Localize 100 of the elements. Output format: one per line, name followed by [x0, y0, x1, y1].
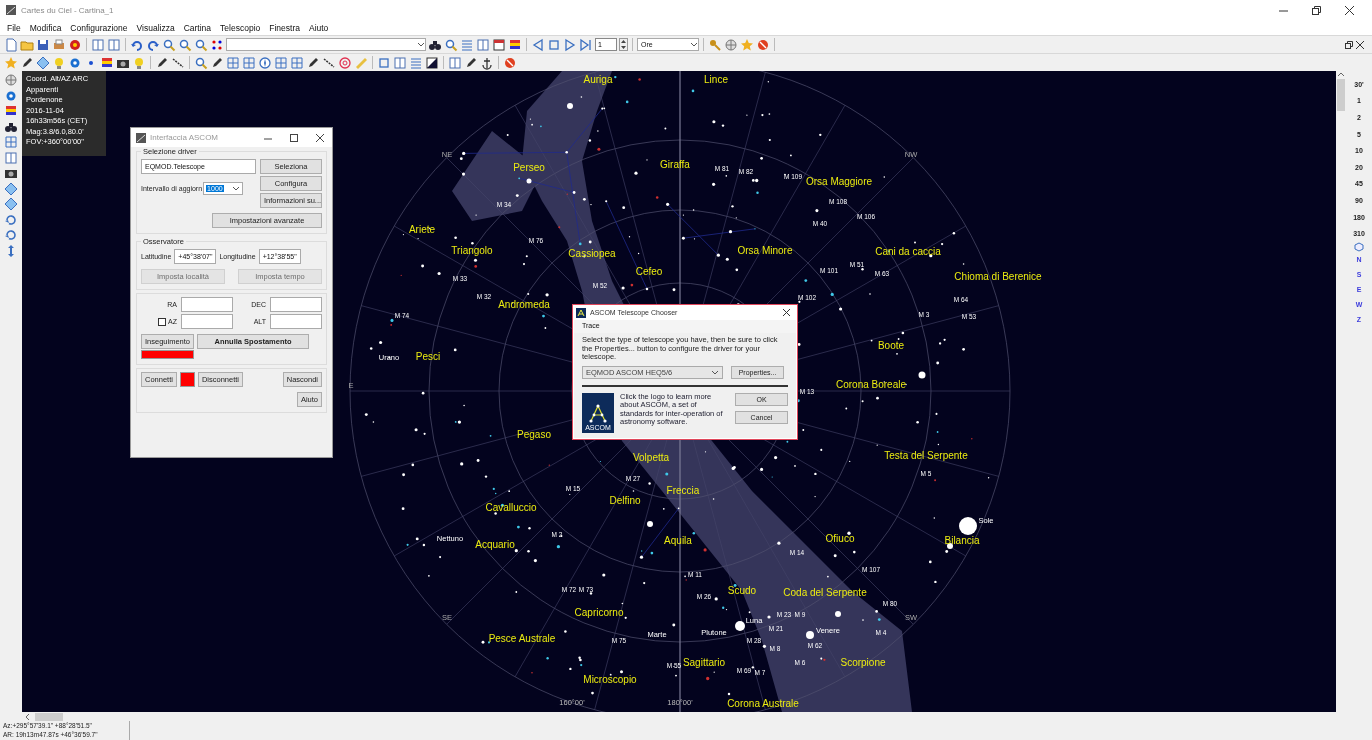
- save-icon[interactable]: [36, 37, 50, 52]
- color-bars-icon[interactable]: [100, 55, 114, 70]
- constellation-icon: [587, 402, 609, 424]
- grid-icon[interactable]: [242, 55, 256, 70]
- rotate-icon[interactable]: [4, 228, 18, 242]
- menu-item[interactable]: File: [7, 22, 21, 33]
- window-icon[interactable]: [393, 55, 407, 70]
- line-icon[interactable]: [322, 55, 336, 70]
- scroll-up-icon[interactable]: [1337, 71, 1345, 78]
- scroll-thumb[interactable]: [1337, 79, 1345, 111]
- restore-icon[interactable]: [1312, 5, 1321, 15]
- rotate-icon[interactable]: [4, 212, 18, 227]
- triangle-left-icon[interactable]: [531, 37, 545, 52]
- pencil-icon[interactable]: [210, 55, 224, 70]
- bright-object-dot: [918, 371, 926, 379]
- menu-item[interactable]: Finestra: [269, 22, 300, 33]
- triangle-right-icon[interactable]: [563, 37, 577, 52]
- anchor-icon[interactable]: [480, 55, 494, 70]
- magnifier-icon[interactable]: [162, 37, 176, 52]
- restore-icon[interactable]: [1345, 40, 1353, 49]
- constellation-label: Corona Boreale: [836, 380, 906, 390]
- constellation-label: Cani da caccia: [875, 247, 941, 257]
- dec-field[interactable]: [270, 297, 322, 312]
- constellation-icon: [576, 307, 586, 318]
- contrast-icon[interactable]: [425, 55, 439, 70]
- menu-item[interactable]: Configurazione: [70, 22, 128, 33]
- hexagon-icon[interactable]: [1354, 241, 1364, 252]
- skip-forward-icon[interactable]: [579, 37, 593, 52]
- menu-item[interactable]: Modifica: [29, 22, 62, 33]
- line-icon[interactable]: [171, 55, 185, 70]
- pencil-icon[interactable]: [155, 55, 169, 70]
- app-icon: [6, 5, 16, 15]
- bulb-icon[interactable]: [52, 55, 66, 70]
- window-icon[interactable]: [91, 37, 105, 52]
- az-field[interactable]: [181, 314, 233, 329]
- bright-object-dot: [647, 521, 653, 527]
- menu-item[interactable]: Aiuto: [308, 22, 329, 33]
- square-icon[interactable]: [377, 55, 391, 70]
- pencil-icon[interactable]: [464, 55, 478, 70]
- compass-icon[interactable]: [258, 55, 272, 70]
- key-icon[interactable]: [708, 37, 722, 52]
- dialog-title: Interfaccia ASCOM: [150, 133, 219, 142]
- magnifier-icon[interactable]: [178, 37, 192, 52]
- scroll-thumb[interactable]: [35, 712, 63, 721]
- constellation-label: Pesci: [415, 352, 441, 362]
- diamond-icon[interactable]: [4, 197, 18, 211]
- window-title: Cartes du Ciel - Cartina_1: [21, 5, 114, 15]
- constellation-label: Cefeo: [635, 267, 663, 277]
- constellation-label: Chioma di Berenice: [954, 272, 1042, 282]
- printer-icon[interactable]: [52, 37, 66, 52]
- constellation-label: Acquario: [475, 540, 515, 550]
- constellation-label: Triangolo: [451, 246, 493, 256]
- bright-object-dot: [835, 611, 841, 617]
- menu-item[interactable]: Visualizza: [136, 22, 175, 33]
- ra-field[interactable]: [181, 297, 233, 312]
- star-icon[interactable]: [4, 55, 18, 70]
- constellation-label: Testa del Serpente: [884, 451, 968, 461]
- color-bars-icon[interactable]: [508, 37, 522, 52]
- constellation-label: Auriga: [583, 75, 613, 85]
- constellation-label: Bilancia: [944, 536, 980, 546]
- bright-object-dot: [526, 178, 532, 184]
- maximize-icon[interactable]: [290, 133, 298, 142]
- close-icon[interactable]: [1345, 5, 1354, 15]
- flower-icon[interactable]: [68, 37, 82, 52]
- pencil-icon[interactable]: [306, 55, 320, 70]
- close-icon[interactable]: [316, 133, 324, 142]
- bright-object-dot: [735, 621, 745, 631]
- caret-icon: [711, 368, 719, 376]
- calendar-icon[interactable]: [492, 37, 506, 52]
- square-icon[interactable]: [547, 37, 561, 52]
- star-icon[interactable]: [740, 37, 754, 52]
- scroll-left-icon[interactable]: [24, 712, 31, 721]
- constellation-label: Ariete: [408, 225, 436, 235]
- menu-item[interactable]: Telescopio: [220, 22, 261, 33]
- spinner-icon[interactable]: [619, 38, 628, 51]
- no-entry-icon[interactable]: [503, 55, 517, 70]
- diamond-icon[interactable]: [4, 181, 18, 196]
- color-bars-icon[interactable]: [4, 104, 18, 118]
- globe-icon[interactable]: [724, 37, 738, 52]
- constellation-label: Giraffa: [660, 160, 690, 170]
- constellation-label: Microscopio: [583, 675, 637, 685]
- bright-object-dot: [806, 631, 814, 639]
- constellation-label: Aquila: [664, 536, 692, 546]
- close-icon[interactable]: [1356, 40, 1364, 49]
- menu-item[interactable]: Cartina: [183, 22, 212, 33]
- close-icon[interactable]: [783, 309, 790, 316]
- target-icon[interactable]: [338, 55, 352, 70]
- constellation-label: Delfino: [609, 496, 641, 506]
- no-entry-icon[interactable]: [756, 37, 770, 52]
- bright-object-dot: [567, 103, 573, 109]
- az-checkbox[interactable]: [158, 317, 167, 326]
- pencil-icon[interactable]: [20, 55, 34, 70]
- magnifier-icon[interactable]: [194, 37, 208, 52]
- alt-field[interactable]: [270, 314, 322, 329]
- magnifier-icon[interactable]: [444, 37, 458, 52]
- magnifier-icon[interactable]: [194, 55, 208, 70]
- diamond-icon[interactable]: [36, 55, 50, 70]
- constellation-label: Boote: [877, 341, 905, 351]
- grid-icon[interactable]: [274, 55, 288, 70]
- constellation-label: Orsa Minore: [737, 246, 793, 256]
